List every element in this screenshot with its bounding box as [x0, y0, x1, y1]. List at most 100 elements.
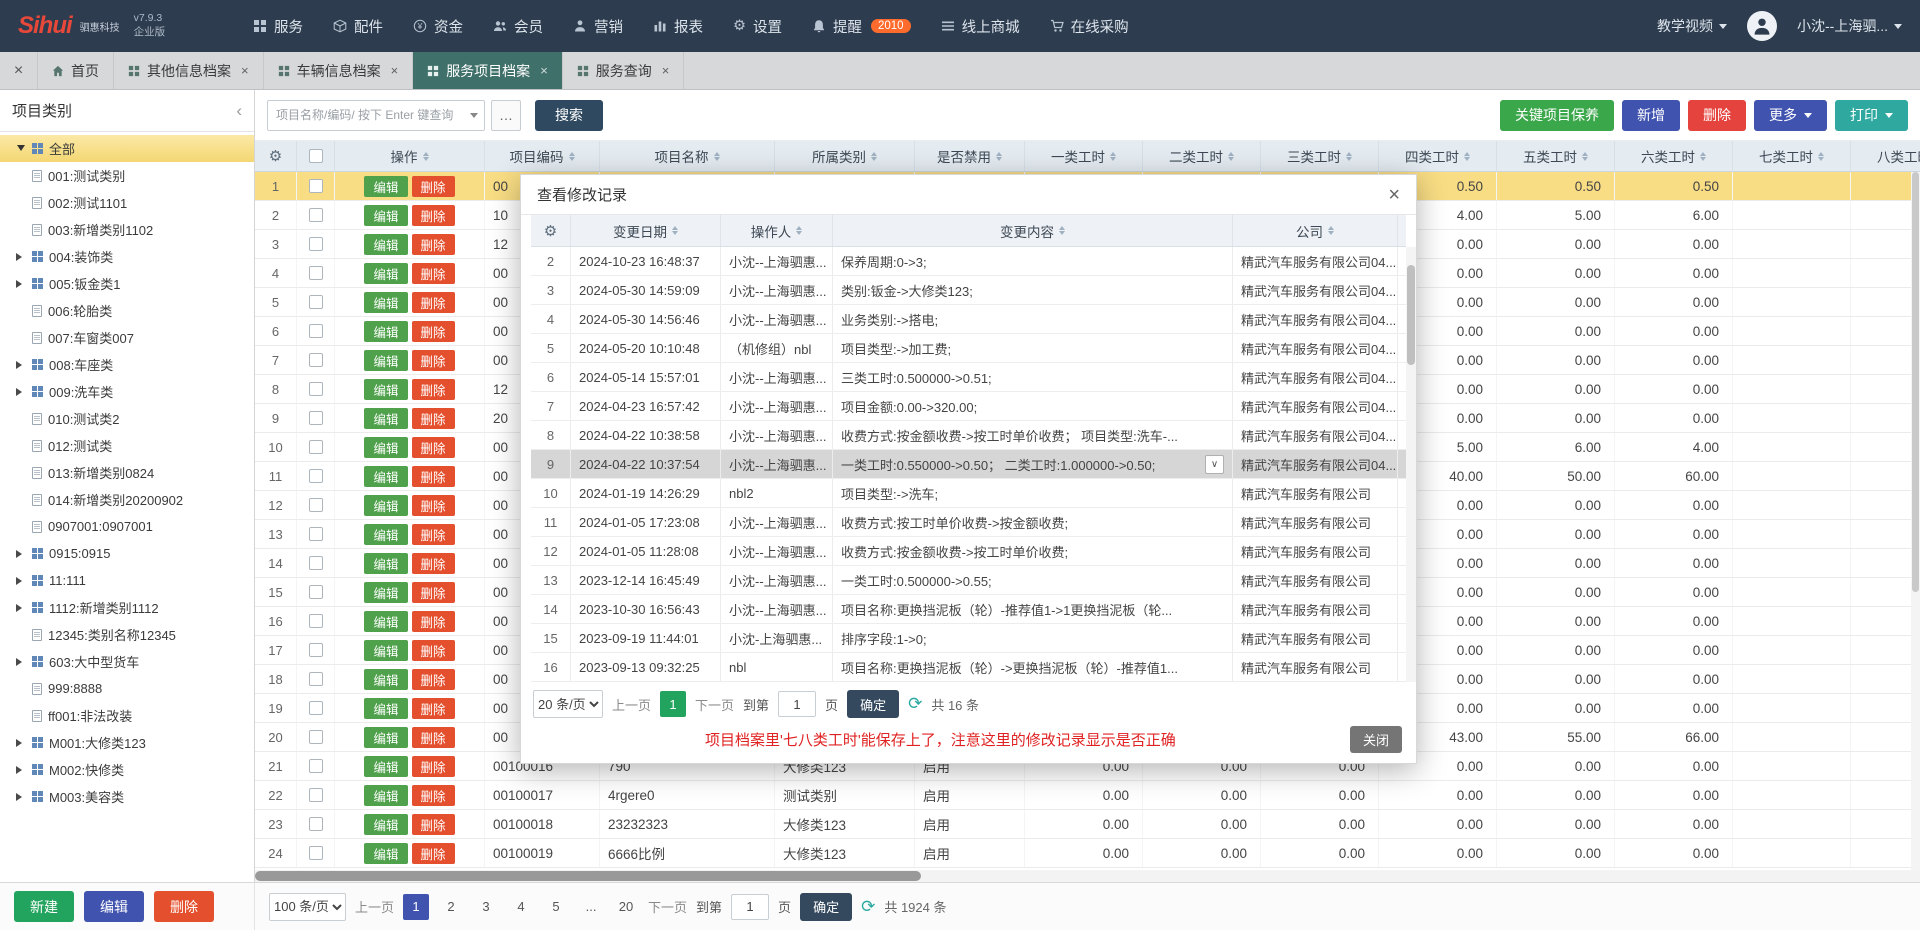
- page-size-select[interactable]: 100 条/页: [269, 893, 346, 921]
- edit-button[interactable]: 编辑: [364, 321, 407, 342]
- delete-button[interactable]: 删除: [412, 611, 455, 632]
- confirm-page-button[interactable]: 确定: [847, 690, 899, 718]
- menu-item-online-mall[interactable]: 线上商城: [941, 16, 1020, 37]
- menu-item-members[interactable]: 会员: [493, 16, 543, 37]
- tree-item-24[interactable]: M003:美容类: [0, 783, 254, 810]
- menu-item-funds[interactable]: ¥资金: [413, 16, 463, 37]
- refresh-icon[interactable]: ⟳: [861, 897, 875, 917]
- sort-icon[interactable]: [1328, 223, 1334, 238]
- expand-record-button[interactable]: ∨: [1205, 455, 1224, 474]
- edit-button[interactable]: 编辑: [364, 785, 407, 806]
- column-settings-header[interactable]: ⚙: [255, 141, 297, 171]
- tree-item-12[interactable]: 013:新增类别0824: [0, 459, 254, 486]
- sort-icon[interactable]: [1818, 149, 1824, 164]
- delete-button[interactable]: 删除: [412, 234, 455, 255]
- sort-icon[interactable]: [1110, 149, 1116, 164]
- column-header-3[interactable]: 所属类别: [775, 141, 915, 171]
- column-header-5[interactable]: 一类工时: [1025, 141, 1143, 171]
- column-header-1[interactable]: 项目编码: [485, 141, 600, 171]
- delete-button[interactable]: 删除: [412, 640, 455, 661]
- edit-button[interactable]: 编辑: [84, 891, 144, 922]
- next-page-button[interactable]: 下一页: [695, 695, 734, 714]
- tree-item-7[interactable]: 007:车窗类007: [0, 324, 254, 351]
- record-row[interactable]: 82024-04-22 10:38:58小沈--上海驷惠...收费方式:按金额收…: [531, 421, 1406, 450]
- sort-icon[interactable]: [1700, 149, 1706, 164]
- delete-button[interactable]: 删除: [412, 205, 455, 226]
- tree-item-16[interactable]: 11:111: [0, 567, 254, 594]
- tree-expander-icon[interactable]: [16, 766, 26, 774]
- tab-close-icon[interactable]: ×: [241, 63, 249, 78]
- refresh-icon[interactable]: ⟳: [908, 694, 922, 714]
- record-row[interactable]: 162023-09-13 09:32:25nbl项目名称:更换挡泥板（轮）->更…: [531, 653, 1406, 682]
- delete-button[interactable]: 删除: [412, 756, 455, 777]
- tree-expander-icon[interactable]: [16, 793, 26, 801]
- sort-icon[interactable]: [569, 149, 575, 164]
- page-button-5[interactable]: 5: [543, 894, 569, 920]
- column-header-9[interactable]: 五类工时: [1497, 141, 1615, 171]
- edit-button[interactable]: 编辑: [364, 669, 407, 690]
- delete-button[interactable]: 删除: [412, 553, 455, 574]
- modal-column-header-0[interactable]: 变更日期: [571, 215, 721, 246]
- edit-button[interactable]: 编辑: [364, 727, 407, 748]
- tree-expander-icon[interactable]: [16, 388, 26, 396]
- delete-button[interactable]: 删除: [412, 176, 455, 197]
- delete-button[interactable]: 删除: [412, 785, 455, 806]
- tab-close-icon[interactable]: ×: [662, 63, 670, 78]
- tree-item-9[interactable]: 009:洗车类: [0, 378, 254, 405]
- edit-button[interactable]: 编辑: [364, 814, 407, 835]
- modal-column-header-1[interactable]: 操作人: [721, 215, 833, 246]
- tree-item-0[interactable]: 全部: [0, 135, 254, 162]
- column-header-12[interactable]: 八类工时: [1851, 141, 1920, 171]
- delete-button[interactable]: 删除: [412, 466, 455, 487]
- tree-item-1[interactable]: 001:测试类别: [0, 162, 254, 189]
- tree-expander-icon[interactable]: [16, 361, 26, 369]
- tree-expander-icon[interactable]: [16, 253, 26, 261]
- column-header-6[interactable]: 二类工时: [1143, 141, 1261, 171]
- table-row[interactable]: 23编辑删除0010001823232323大修类123启用0.000.000.…: [255, 810, 1920, 839]
- page-button-20[interactable]: 20: [613, 894, 639, 920]
- tree-expander-icon[interactable]: [16, 280, 26, 288]
- prev-page-button[interactable]: 上一页: [612, 695, 651, 714]
- row-checkbox[interactable]: [309, 643, 323, 657]
- sidebar-collapse-icon[interactable]: ‹: [236, 101, 242, 121]
- row-checkbox[interactable]: [309, 614, 323, 628]
- scrollbar-thumb[interactable]: [1912, 172, 1919, 592]
- menu-item-online-purchase[interactable]: 在线采购: [1050, 16, 1129, 37]
- tree-item-8[interactable]: 008:车座类: [0, 351, 254, 378]
- modal-vertical-scrollbar[interactable]: [1406, 247, 1416, 682]
- tab-close-icon[interactable]: ×: [391, 63, 399, 78]
- tab-close-icon[interactable]: ×: [540, 63, 548, 78]
- edit-button[interactable]: 编辑: [364, 437, 407, 458]
- edit-button[interactable]: 编辑: [364, 698, 407, 719]
- page-button-1[interactable]: 1: [660, 691, 686, 717]
- tutorial-videos-link[interactable]: 教学视频: [1657, 16, 1727, 36]
- tree-item-11[interactable]: 012:测试类: [0, 432, 254, 459]
- delete-button[interactable]: 删除: [412, 263, 455, 284]
- column-header-7[interactable]: 三类工时: [1261, 141, 1379, 171]
- table-horizontal-scrollbar[interactable]: [255, 870, 1920, 882]
- edit-button[interactable]: 编辑: [364, 292, 407, 313]
- tab-service-project[interactable]: 服务项目档案×: [413, 52, 563, 89]
- tree-item-22[interactable]: M001:大修类123: [0, 729, 254, 756]
- tree-expander-icon[interactable]: [16, 142, 26, 155]
- row-checkbox[interactable]: [309, 353, 323, 367]
- row-checkbox[interactable]: [309, 237, 323, 251]
- menu-item-marketing[interactable]: 营销: [573, 16, 623, 37]
- menu-item-service[interactable]: 服务: [253, 16, 303, 37]
- column-header-10[interactable]: 六类工时: [1615, 141, 1733, 171]
- sort-icon[interactable]: [1059, 223, 1065, 238]
- tree-item-4[interactable]: 004:装饰类: [0, 243, 254, 270]
- edit-button[interactable]: 编辑: [364, 408, 407, 429]
- modal-column-header-3[interactable]: 公司: [1233, 215, 1398, 246]
- print-button[interactable]: 打印: [1835, 100, 1908, 131]
- record-row[interactable]: 92024-04-22 10:37:54小沈--上海驷惠...一类工时:0.55…: [531, 450, 1406, 479]
- tab-service-query[interactable]: 服务查询×: [563, 52, 685, 89]
- tree-item-6[interactable]: 006:轮胎类: [0, 297, 254, 324]
- row-checkbox[interactable]: [309, 672, 323, 686]
- page-size-select[interactable]: 20 条/页: [533, 690, 603, 718]
- more-search-options-button[interactable]: …: [491, 100, 521, 131]
- select-all-checkbox[interactable]: [309, 149, 323, 163]
- add-button[interactable]: 新增: [1622, 100, 1680, 131]
- delete-button[interactable]: 删除: [154, 891, 214, 922]
- user-menu[interactable]: 小沈--上海驷...: [1797, 16, 1902, 36]
